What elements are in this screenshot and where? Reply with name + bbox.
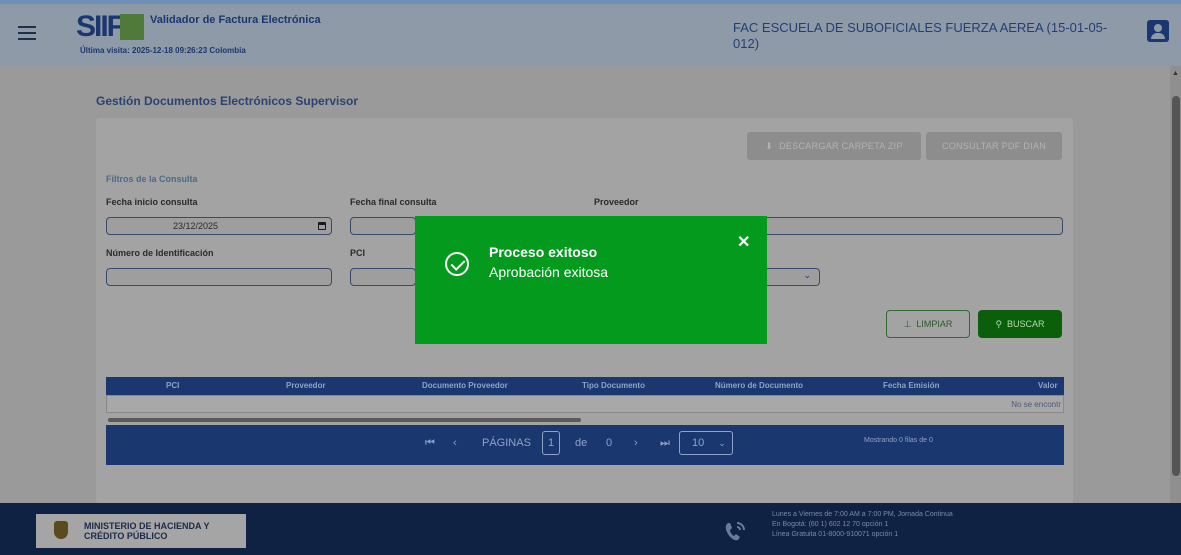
phone-icon bbox=[725, 522, 745, 541]
table-row: No se encontr bbox=[106, 395, 1064, 413]
clear-label: LIMPIAR bbox=[916, 319, 953, 329]
download-zip-button[interactable]: ⬇ DESCARGAR CARPETA ZIP bbox=[747, 132, 921, 160]
total-pages: 0 bbox=[606, 437, 613, 449]
contact-bogota: En Bogotá: (60 1) 602 12 70 opción 1 bbox=[772, 521, 889, 528]
page-size-value: 10 bbox=[692, 437, 705, 449]
no-results-text: No se encontr bbox=[1011, 400, 1061, 409]
pagination-bar: ⏮ ‹ PÁGINAS 1 de 0 › ⏭ 10 ⌄ Mostrando 0 … bbox=[106, 425, 1064, 465]
pages-label: PÁGINAS bbox=[482, 437, 531, 449]
pci-label: PCI bbox=[350, 248, 366, 258]
header-accent-line bbox=[0, 0, 1181, 4]
contact-hours: Lunes a Viernes de 7:00 AM a 7:00 PM, Jo… bbox=[772, 511, 953, 518]
app-header: SIIF Validador de Factura Electrónica Úl… bbox=[0, 0, 1181, 66]
start-date-label: Fecha inicio consulta bbox=[106, 197, 198, 207]
ministry-name: MINISTERIO DE HACIENDA Y CRÉDITO PÚBLICO bbox=[84, 521, 210, 541]
previous-page-icon[interactable]: ‹ bbox=[453, 437, 457, 449]
toast-title: Proceso exitoso bbox=[489, 244, 598, 260]
column-provider-document[interactable]: Documento Proveedor bbox=[422, 381, 508, 390]
page-size-select[interactable]: 10 ⌄ bbox=[679, 431, 733, 455]
search-icon: ⚲ bbox=[995, 318, 1003, 329]
contact-toll-free: Línea Gratuita 01-8000-910071 opción 1 bbox=[772, 531, 899, 538]
chevron-down-icon: ⌄ bbox=[803, 270, 811, 280]
chevron-down-icon: ⌄ bbox=[718, 437, 726, 448]
id-number-label: Número de Identificación bbox=[106, 248, 214, 258]
logo-text: SIIF bbox=[76, 10, 125, 43]
id-number-input[interactable] bbox=[106, 268, 332, 286]
search-button[interactable]: ⚲ BUSCAR bbox=[978, 310, 1062, 338]
broom-icon: ⊥ bbox=[903, 318, 912, 329]
last-visit: Última visita: 2025-12-18 09:26:23 Colom… bbox=[80, 46, 246, 55]
pci-select[interactable]: ⌄ bbox=[767, 268, 820, 286]
contact-info: Lunes a Viernes de 7:00 AM a 7:00 PM, Jo… bbox=[772, 510, 953, 540]
search-label: BUSCAR bbox=[1007, 319, 1045, 329]
column-pci[interactable]: PCI bbox=[166, 381, 179, 390]
provider-input[interactable] bbox=[767, 217, 1063, 235]
end-date-input[interactable] bbox=[350, 217, 416, 235]
colombia-shield-icon bbox=[54, 521, 68, 539]
rows-count-text: Mostrando 0 filas de 0 bbox=[864, 437, 933, 444]
ministry-line-2: CRÉDITO PÚBLICO bbox=[84, 531, 168, 541]
entity-name: FAC ESCUELA DE SUBOFICIALES FUERZA AEREA… bbox=[733, 20, 1108, 51]
current-page-input[interactable]: 1 bbox=[542, 431, 560, 455]
provider-label: Proveedor bbox=[594, 197, 639, 207]
column-document-number[interactable]: Número de Documento bbox=[715, 381, 803, 390]
next-page-icon[interactable]: › bbox=[634, 437, 638, 449]
scrollbar-thumb[interactable] bbox=[1172, 96, 1180, 476]
calendar-icon[interactable] bbox=[318, 222, 326, 230]
download-icon: ⬇ bbox=[765, 140, 774, 151]
consult-pdf-button[interactable]: CONSULTAR PDF DIAN bbox=[926, 132, 1062, 160]
column-value[interactable]: Valor bbox=[1038, 381, 1058, 390]
clear-button[interactable]: ⊥ LIMPIAR bbox=[886, 310, 970, 338]
user-profile-icon[interactable] bbox=[1147, 20, 1169, 42]
column-document-type[interactable]: Tipo Documento bbox=[582, 381, 645, 390]
start-date-input[interactable]: 23/12/2025 bbox=[106, 217, 332, 235]
app-footer: MINISTERIO DE HACIENDA Y CRÉDITO PÚBLICO… bbox=[0, 503, 1181, 555]
ministry-line-1: MINISTERIO DE HACIENDA Y bbox=[84, 521, 210, 531]
app-title: Validador de Factura Electrónica bbox=[150, 14, 321, 26]
column-issue-date[interactable]: Fecha Emisión bbox=[883, 381, 939, 390]
last-page-icon[interactable]: ⏭ bbox=[660, 437, 670, 450]
start-date-value: 23/12/2025 bbox=[173, 221, 219, 231]
close-icon[interactable]: ✕ bbox=[737, 232, 750, 252]
scroll-up-arrow-icon[interactable]: ▲ bbox=[1172, 70, 1179, 77]
results-table-header: PCI Proveedor Documento Proveedor Tipo D… bbox=[106, 377, 1064, 395]
filters-section-title: Filtros de la Consulta bbox=[106, 174, 198, 184]
hamburger-menu-icon[interactable] bbox=[16, 22, 38, 44]
toast-message: Aprobación exitosa bbox=[489, 264, 609, 280]
consult-pdf-label: CONSULTAR PDF DIAN bbox=[941, 141, 1047, 151]
page-title: Gestión Documentos Electrónicos Supervis… bbox=[96, 94, 359, 108]
success-toast: Proceso exitoso Aprobación exitosa ✕ bbox=[415, 216, 767, 344]
column-provider[interactable]: Proveedor bbox=[286, 381, 326, 390]
logo-emblem bbox=[120, 14, 144, 40]
first-page-icon[interactable]: ⏮ bbox=[425, 437, 435, 450]
end-date-label: Fecha final consulta bbox=[350, 197, 437, 207]
horizontal-scrollbar[interactable] bbox=[108, 418, 581, 422]
download-zip-label: DESCARGAR CARPETA ZIP bbox=[779, 141, 903, 151]
of-label: de bbox=[575, 437, 588, 449]
check-circle-icon bbox=[445, 252, 469, 276]
pci-input[interactable] bbox=[350, 268, 416, 286]
siif-logo: SIIF bbox=[76, 8, 144, 46]
